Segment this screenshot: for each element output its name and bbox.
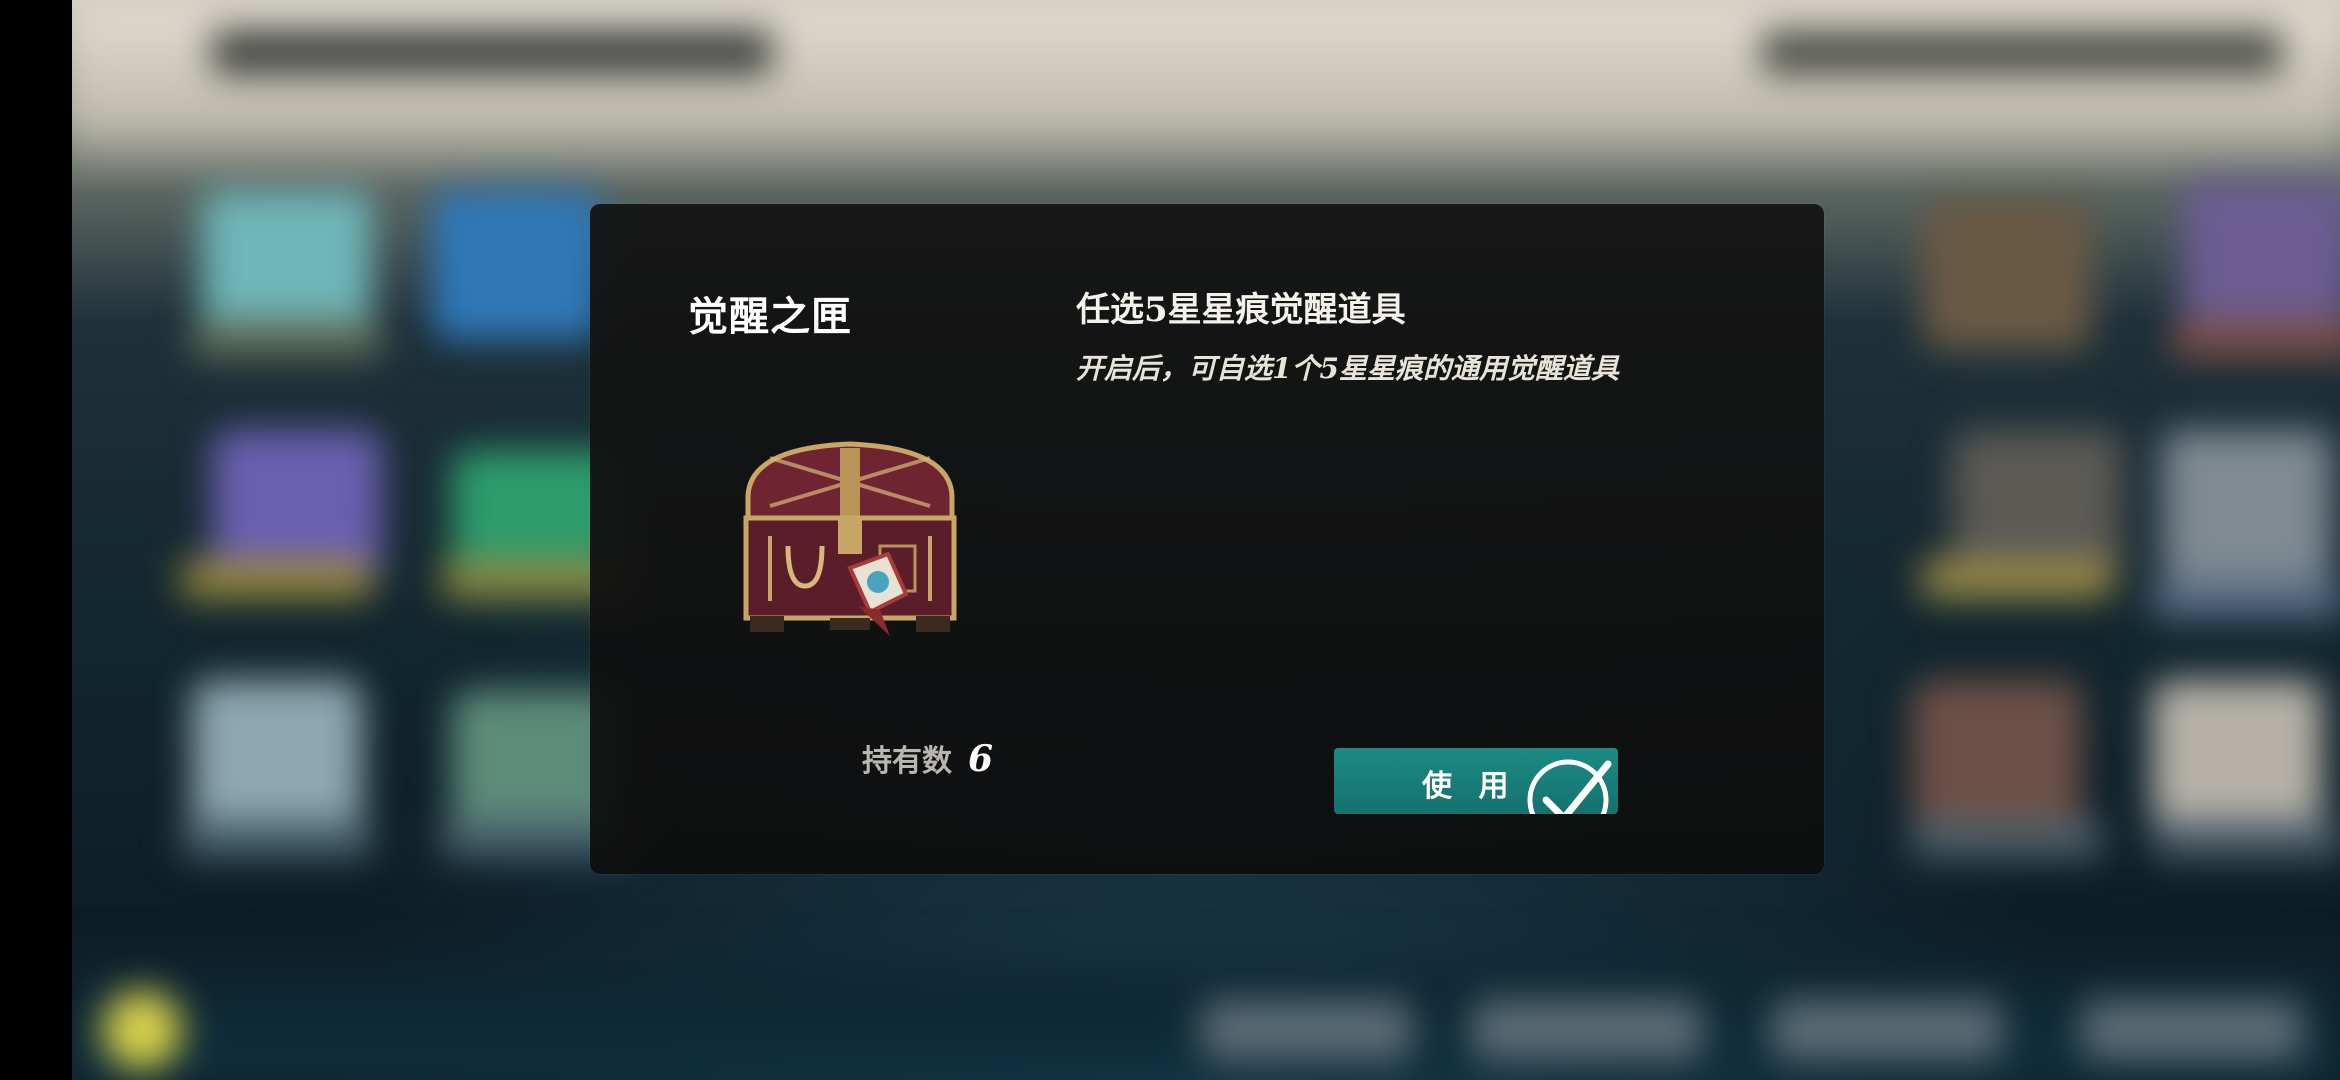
held-label: 持有数 — [862, 744, 952, 779]
item-name: 觉醒之匣 — [688, 293, 852, 340]
use-button[interactable]: 使 用 — [1334, 748, 1618, 814]
held-count-row: 持有数 6 — [862, 736, 993, 780]
treasure-chest-icon — [743, 441, 957, 636]
check-circle-icon — [1527, 759, 1612, 814]
held-count: 6 — [968, 738, 994, 780]
item-detail-dialog: 觉醒之匣 任选5星星痕觉醒道具 开启后，可自选1个5星星痕的通用觉醒道具 持有数… — [590, 204, 1824, 874]
item-description: 开启后，可自选1个5星星痕的通用觉醒道具 — [1076, 352, 1619, 385]
use-button-label: 使 用 — [1422, 769, 1517, 804]
game-screen: 觉醒之匣 任选5星星痕觉醒道具 开启后，可自选1个5星星痕的通用觉醒道具 持有数… — [0, 0, 2340, 1080]
item-subtitle: 任选5星星痕觉醒道具 — [1076, 290, 1406, 330]
screen-edge — [0, 0, 72, 1080]
